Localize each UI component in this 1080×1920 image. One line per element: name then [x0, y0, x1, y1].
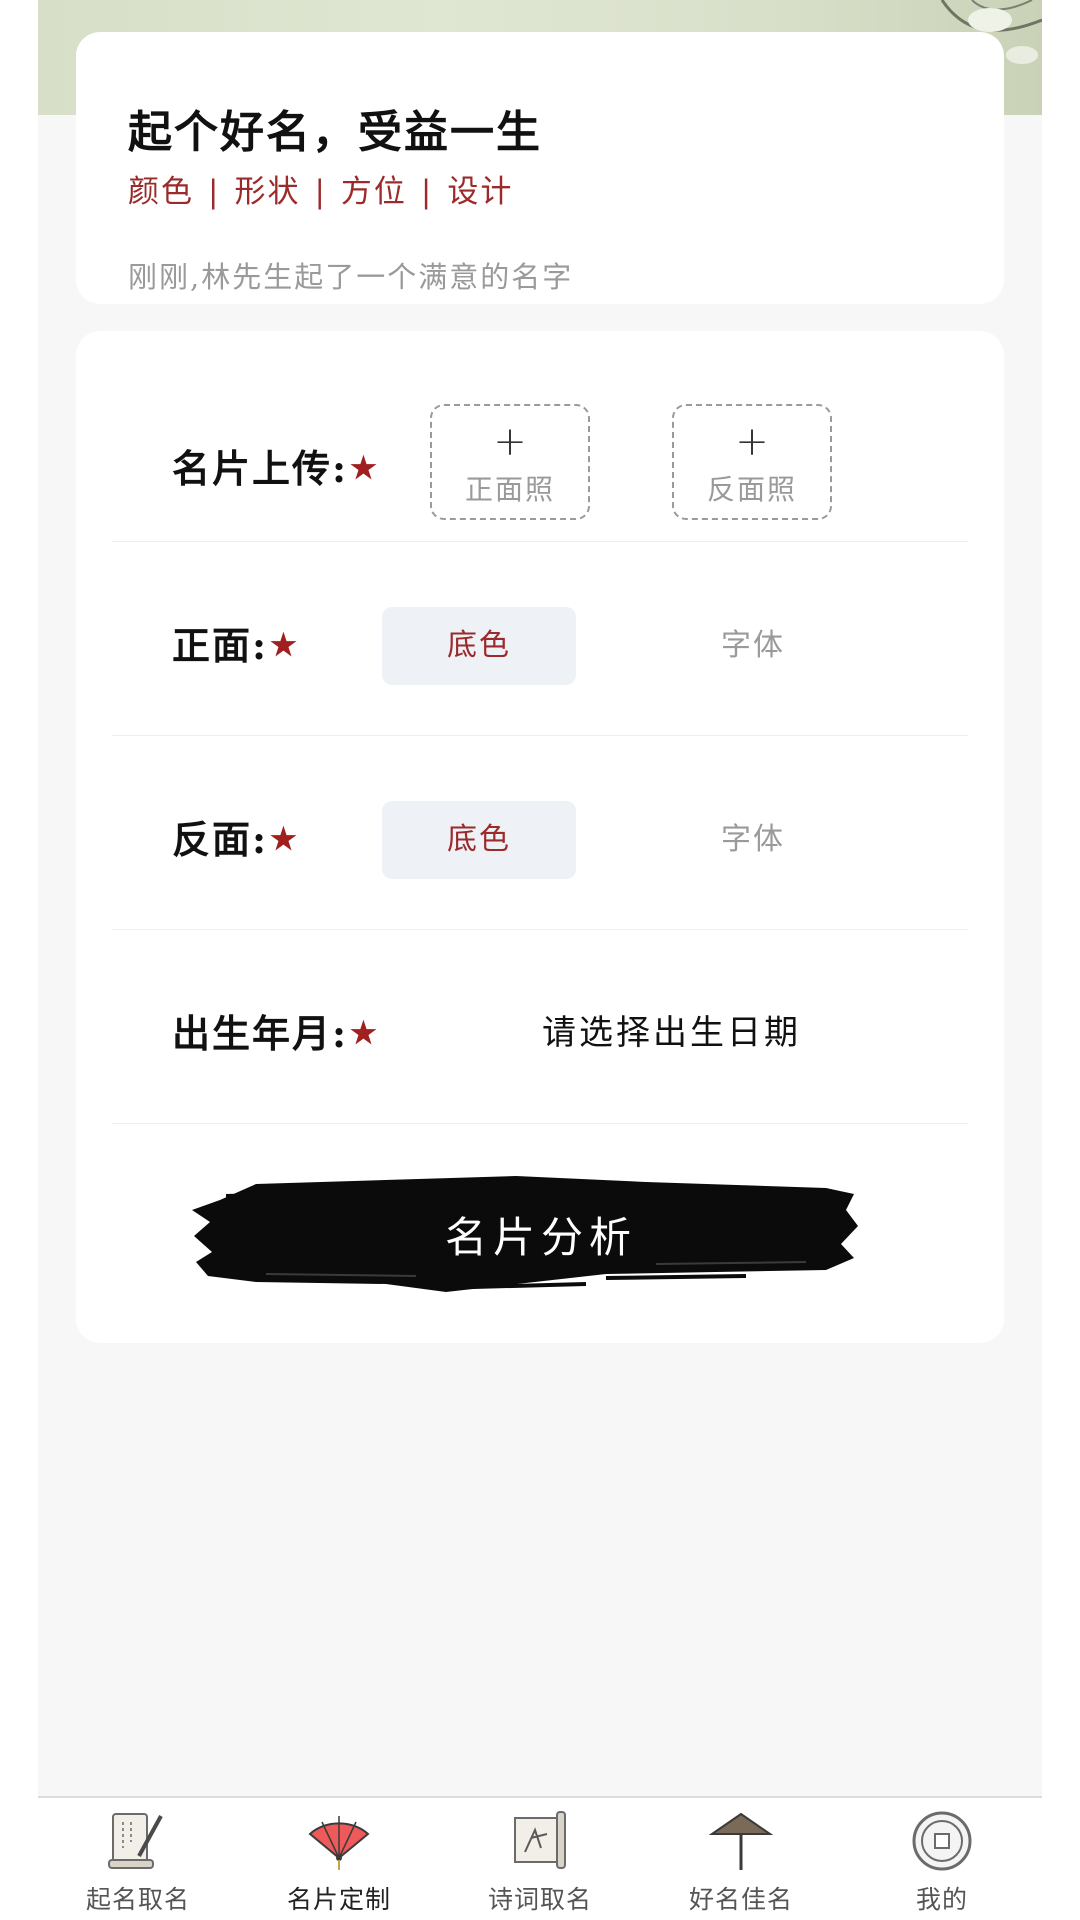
folding-fan-icon: [308, 1816, 370, 1870]
plus-icon: +: [493, 419, 527, 465]
tab-card-custom[interactable]: 名片定制: [239, 1798, 439, 1920]
back-side-label: 反面:★: [172, 817, 299, 862]
tab-card-custom-label: 名片定制: [286, 1885, 391, 1914]
app-screen: 起个好名，受益一生 颜色 | 形状 | 方位 | 设计 刚刚,林先生起了一个满意的名字 名片…: [38, 0, 1042, 1920]
front-photo-upload-button[interactable]: + 正面照: [430, 404, 590, 520]
front-photo-caption: 正面照: [464, 473, 555, 506]
back-photo-caption: 反面照: [706, 473, 797, 506]
front-font-option[interactable]: 字体: [656, 607, 850, 685]
tab-good-names-label: 好名佳名: [688, 1885, 793, 1914]
ancient-coin-icon: [912, 1811, 972, 1871]
tab-naming-label: 起名取名: [85, 1885, 190, 1914]
poem-scroll-icon: [514, 1811, 566, 1869]
back-font-option[interactable]: 字体: [656, 801, 850, 879]
back-background-color-option[interactable]: 底色: [382, 801, 576, 879]
tag-color: 颜色: [128, 174, 194, 210]
scroll-brush-icon: [108, 1813, 163, 1869]
bottom-tab-bar: 起名取名 名片定制 诗词取名 好名佳名 我的: [38, 1796, 1042, 1920]
tag-design: 设计: [447, 174, 514, 210]
tag-direction: 方位: [340, 174, 407, 210]
upload-label: 名片上传:★: [172, 446, 379, 491]
tag-separator: |: [420, 174, 434, 210]
front-side-label: 正面:★: [172, 623, 299, 668]
required-star-icon: ★: [270, 628, 299, 663]
birth-date-label: 出生年月:★: [172, 1011, 379, 1056]
front-background-color-option[interactable]: 底色: [382, 607, 576, 685]
upload-row: 名片上传:★ + 正面照 + 反面照: [112, 331, 968, 542]
business-card-form: 名片上传:★ + 正面照 + 反面照 正面:★ 底色 字体 反面:★ 底色 字体…: [76, 331, 1004, 1343]
required-star-icon: ★: [350, 451, 379, 486]
tab-poem-naming[interactable]: 诗词取名: [440, 1798, 640, 1920]
tag-separator: |: [208, 174, 221, 210]
birth-date-row: 出生年月:★ 请选择出生日期: [112, 929, 968, 1124]
recent-activity-notice: 刚刚,林先生起了一个满意的名字: [128, 260, 574, 294]
analyze-button-label: 名片分析: [444, 1213, 637, 1262]
tab-good-names[interactable]: 好名佳名: [641, 1798, 841, 1920]
page-title: 起个好名，受益一生: [128, 107, 542, 158]
back-side-row: 反面:★ 底色 字体: [112, 735, 968, 930]
tab-naming[interactable]: 起名取名: [38, 1798, 238, 1920]
tab-poem-naming-label: 诗词取名: [487, 1885, 592, 1914]
analyze-card-button[interactable]: 名片分析: [186, 1166, 896, 1301]
required-star-icon: ★: [270, 822, 299, 857]
paper-umbrella-icon: [708, 1812, 774, 1870]
plus-icon: +: [735, 419, 769, 465]
back-photo-upload-button[interactable]: + 反面照: [672, 404, 832, 520]
tab-profile[interactable]: 我的: [842, 1798, 1042, 1920]
tag-separator: |: [314, 174, 327, 210]
intro-card: 起个好名，受益一生 颜色 | 形状 | 方位 | 设计 刚刚,林先生起了一个满意的名字: [76, 32, 1004, 304]
required-star-icon: ★: [350, 1016, 379, 1051]
feature-tags: 颜色 | 形状 | 方位 | 设计: [128, 166, 513, 211]
birth-date-picker[interactable]: 请选择出生日期: [542, 1005, 801, 1054]
tag-shape: 形状: [234, 174, 301, 210]
front-side-row: 正面:★ 底色 字体: [112, 541, 968, 736]
tab-profile-label: 我的: [915, 1885, 968, 1914]
